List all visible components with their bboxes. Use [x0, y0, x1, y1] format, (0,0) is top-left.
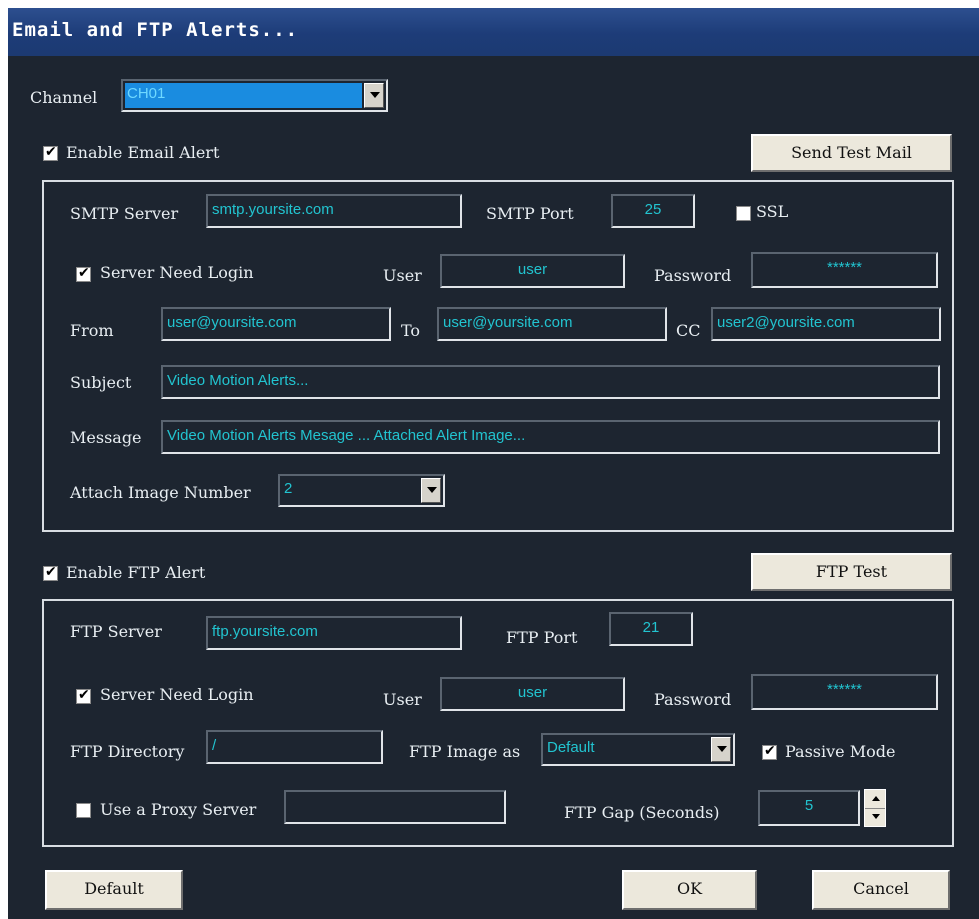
email-settings-group — [42, 180, 954, 532]
attach-image-number-label: Attach Image Number — [70, 483, 251, 502]
ftp-port-label: FTP Port — [506, 628, 578, 647]
chevron-down-icon[interactable] — [364, 83, 384, 108]
ftp-image-as-select[interactable]: Default — [541, 733, 735, 766]
attach-image-number-select[interactable]: 2 — [278, 474, 445, 507]
channel-label: Channel — [30, 88, 98, 107]
email-user-label: User — [383, 266, 422, 285]
smtp-port-label: SMTP Port — [486, 204, 574, 223]
email-ftp-alerts-dialog: Email and FTP Alerts... Channel CH01 Ena… — [8, 8, 979, 919]
enable-ftp-checkbox[interactable] — [43, 564, 58, 581]
ftp-gap-input[interactable]: 5 — [758, 790, 860, 826]
ftp-server-input[interactable]: ftp.yoursite.com — [206, 616, 462, 650]
ftp-image-as-value: Default — [547, 739, 595, 756]
ftp-port-input[interactable]: 21 — [609, 612, 693, 646]
subject-label: Subject — [70, 373, 132, 392]
smtp-port-input[interactable]: 25 — [611, 194, 695, 228]
chevron-down-icon[interactable] — [421, 478, 441, 503]
ftp-test-button[interactable]: FTP Test — [751, 553, 952, 591]
chevron-down-icon[interactable] — [711, 737, 731, 762]
ftp-user-input[interactable]: user — [440, 677, 625, 711]
cc-input[interactable]: user2@yoursite.com — [711, 307, 941, 341]
email-user-input[interactable]: user — [440, 254, 625, 288]
to-input[interactable]: user@yoursite.com — [437, 307, 667, 341]
email-server-login-checkbox[interactable] — [76, 265, 91, 282]
ssl-checkbox[interactable] — [736, 206, 751, 221]
from-input[interactable]: user@yoursite.com — [161, 307, 391, 341]
proxy-server-input[interactable] — [284, 790, 506, 824]
smtp-server-label: SMTP Server — [70, 204, 179, 223]
ftp-server-login-label: Server Need Login — [100, 685, 254, 704]
ftp-gap-label: FTP Gap (Seconds) — [564, 803, 720, 822]
subject-input[interactable]: Video Motion Alerts... — [161, 365, 940, 399]
message-input[interactable]: Video Motion Alerts Mesage ... Attached … — [161, 420, 940, 454]
title-bar[interactable]: Email and FTP Alerts... — [8, 8, 979, 56]
cancel-button[interactable]: Cancel — [812, 870, 950, 910]
ftp-image-as-label: FTP Image as — [409, 742, 521, 761]
to-label: To — [401, 321, 421, 340]
spin-down-icon[interactable] — [865, 808, 885, 826]
ftp-server-label: FTP Server — [70, 622, 162, 641]
ftp-gap-spinner[interactable] — [864, 789, 886, 827]
ftp-password-input[interactable]: ****** — [751, 674, 938, 710]
smtp-server-input[interactable]: smtp.yoursite.com — [206, 194, 462, 228]
ftp-password-label: Password — [654, 690, 732, 709]
ftp-user-label: User — [383, 690, 422, 709]
enable-ftp-label: Enable FTP Alert — [66, 563, 206, 582]
enable-email-checkbox[interactable] — [43, 144, 58, 161]
ftp-directory-label: FTP Directory — [70, 742, 185, 761]
ftp-server-login-checkbox[interactable] — [76, 687, 91, 704]
from-label: From — [70, 321, 114, 340]
passive-mode-label: Passive Mode — [785, 742, 896, 761]
enable-email-label: Enable Email Alert — [66, 143, 220, 162]
use-proxy-label: Use a Proxy Server — [100, 800, 257, 819]
ok-button[interactable]: OK — [622, 870, 757, 910]
window-title: Email and FTP Alerts... — [12, 19, 299, 41]
channel-select-value: CH01 — [125, 83, 362, 108]
email-password-label: Password — [654, 266, 732, 285]
spin-up-icon[interactable] — [865, 790, 885, 809]
message-label: Message — [70, 428, 142, 447]
ftp-directory-input[interactable]: / — [206, 730, 383, 764]
channel-select[interactable]: CH01 — [121, 79, 388, 112]
email-server-login-label: Server Need Login — [100, 263, 254, 282]
send-test-mail-button[interactable]: Send Test Mail — [751, 134, 952, 172]
default-button[interactable]: Default — [45, 870, 183, 910]
passive-mode-checkbox[interactable] — [762, 743, 777, 760]
cc-label: CC — [676, 321, 701, 340]
use-proxy-checkbox[interactable] — [76, 803, 91, 818]
ssl-label: SSL — [756, 202, 789, 221]
attach-image-number-value: 2 — [284, 480, 293, 497]
email-password-input[interactable]: ****** — [751, 252, 938, 288]
